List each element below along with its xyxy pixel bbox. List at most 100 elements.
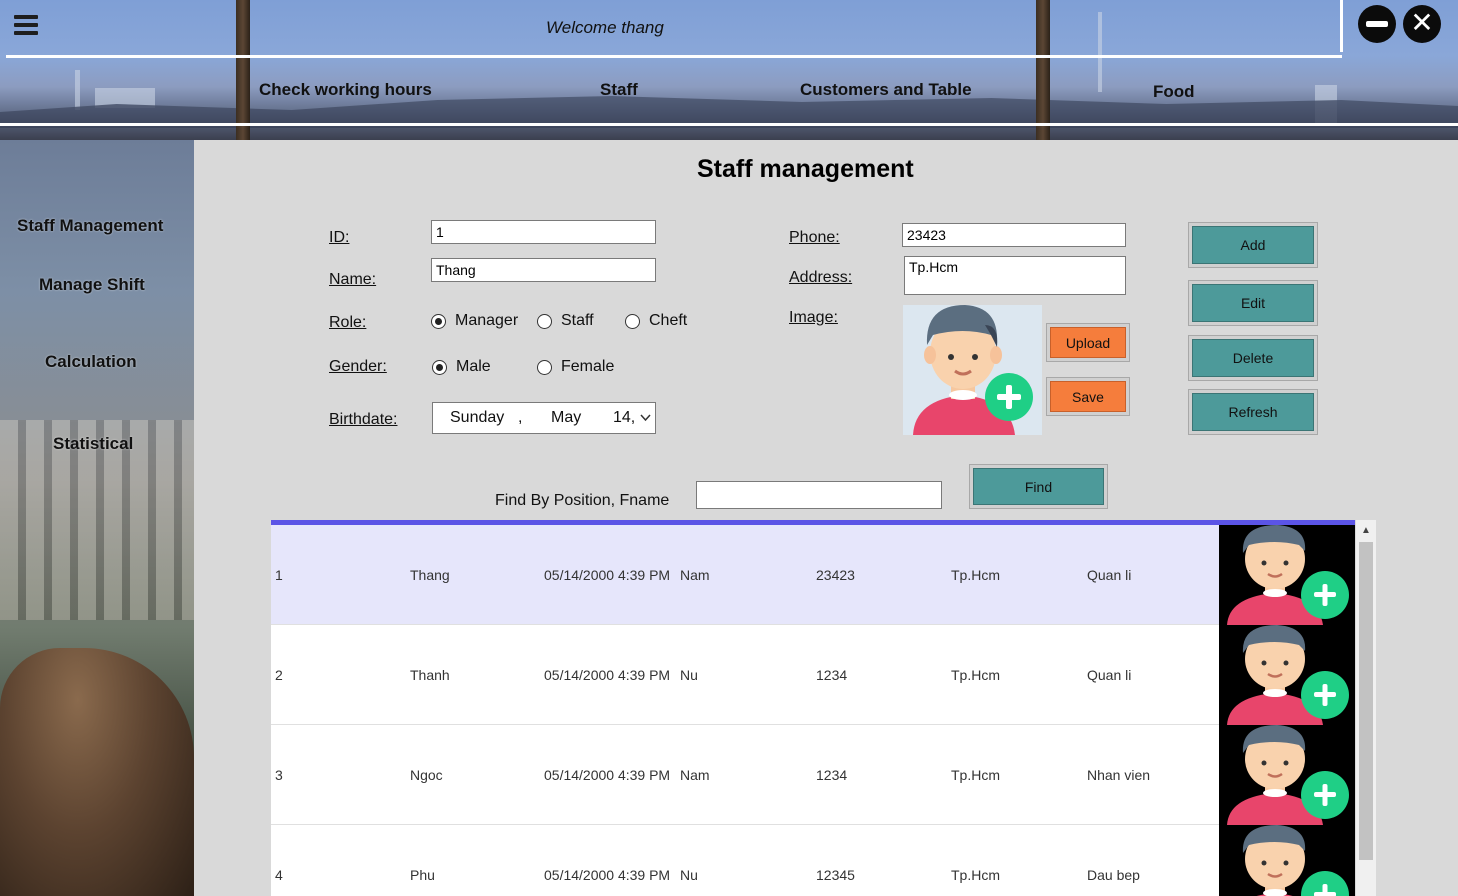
sidebar-item-calculation[interactable]: Calculation <box>45 352 137 372</box>
id-field[interactable] <box>431 220 656 244</box>
cell-birthdate: 05/14/2000 4:39 PM <box>544 667 671 683</box>
cell-id: 4 <box>275 867 283 883</box>
cell-gender: Nu <box>680 867 698 883</box>
avatar <box>903 305 1042 435</box>
role-radio-manager[interactable]: Manager <box>431 312 518 330</box>
nav-customers-and-table[interactable]: Customers and Table <box>800 80 972 100</box>
cell-position: Nhan vien <box>1087 767 1151 783</box>
refresh-button[interactable]: Refresh <box>1192 393 1314 431</box>
cell-phone: 12345 <box>816 867 855 883</box>
birthdate-weekday: Sunday <box>450 409 505 426</box>
id-label: ID: <box>329 229 350 246</box>
cell-phone: 23423 <box>816 567 855 583</box>
address-label: Address: <box>789 269 853 286</box>
cell-birthdate: 05/14/2000 4:39 PM <box>544 867 671 883</box>
cell-address: Tp.Hcm <box>951 567 1000 583</box>
staff-avatar-image <box>903 305 1042 435</box>
gender-radio-male[interactable]: Male <box>432 358 491 376</box>
sidebar-item-manage-shift[interactable]: Manage Shift <box>39 275 145 295</box>
edit-button[interactable]: Edit <box>1192 284 1314 322</box>
cell-address: Tp.Hcm <box>951 667 1000 683</box>
image-label: Image: <box>789 309 838 326</box>
window-frame <box>1036 0 1050 140</box>
phone-label: Phone: <box>789 229 840 246</box>
phone-field[interactable] <box>902 223 1126 247</box>
grid-scrollbar[interactable]: ▲ <box>1356 520 1376 896</box>
header-divider <box>0 123 1458 126</box>
role-radio-cheft[interactable]: Cheft <box>625 312 687 330</box>
radio-unchecked-icon <box>625 313 640 329</box>
header-separator <box>1340 0 1343 52</box>
table-row[interactable]: 2 Thanh 05/14/2000 4:39 PM Nu 1234 Tp.Hcm Quan… <box>271 625 1355 725</box>
minimize-icon[interactable] <box>1358 5 1396 43</box>
welcome-text: Welcome thang <box>546 18 664 37</box>
cell-position: Quan li <box>1087 667 1132 683</box>
cell-name: Phu <box>410 867 435 883</box>
table-row[interactable]: 1 Thang 05/14/2000 4:39 PM Nam 23423 Tp.Hcm Qu… <box>271 525 1355 625</box>
cell-position: Quan li <box>1087 567 1132 583</box>
nav-staff[interactable]: Staff <box>600 80 638 100</box>
radio-unchecked-icon <box>537 313 552 329</box>
gender-option-label: Male <box>456 358 491 375</box>
scroll-up-icon[interactable]: ▲ <box>1356 520 1376 540</box>
cell-address: Tp.Hcm <box>951 767 1000 783</box>
cell-gender: Nam <box>680 567 710 583</box>
name-field[interactable] <box>431 258 656 282</box>
cell-id: 1 <box>275 567 283 583</box>
birthdate-picker[interactable]: Sunday , May 14, <box>432 402 656 434</box>
upload-button[interactable]: Upload <box>1050 327 1126 358</box>
find-button[interactable]: Find <box>973 468 1104 505</box>
cell-phone: 1234 <box>816 767 848 783</box>
header-divider <box>6 55 1342 58</box>
name-label: Name: <box>329 271 377 288</box>
cell-id: 3 <box>275 767 283 783</box>
cell-gender: Nu <box>680 667 698 683</box>
cell-address: Tp.Hcm <box>951 867 1000 883</box>
cell-id: 2 <box>275 667 283 683</box>
nav-check-working-hours[interactable]: Check working hours <box>259 80 432 100</box>
sidebar <box>0 140 194 896</box>
close-icon[interactable]: ✕ <box>1403 5 1441 43</box>
radio-unchecked-icon <box>537 359 552 375</box>
role-label: Role: <box>329 314 367 331</box>
cell-name: Ngoc <box>410 767 443 783</box>
table-row[interactable]: 4 Phu 05/14/2000 4:39 PM Nu 12345 Tp.Hcm Dau b… <box>271 825 1355 896</box>
radio-checked-icon <box>431 313 446 329</box>
role-radio-staff[interactable]: Staff <box>537 312 594 330</box>
find-input[interactable] <box>696 481 942 509</box>
cell-avatar-image <box>1219 725 1355 825</box>
address-field[interactable]: Tp.Hcm <box>904 256 1126 295</box>
window-frame <box>236 0 250 140</box>
add-button[interactable]: Add <box>1192 226 1314 264</box>
cell-avatar-image <box>1219 625 1355 725</box>
role-option-label: Manager <box>455 312 519 329</box>
staff-grid[interactable]: 1 Thang 05/14/2000 4:39 PM Nam 23423 Tp.Hcm Qu… <box>271 520 1355 896</box>
cell-avatar-image <box>1219 825 1355 896</box>
birthdate-day: 14, <box>613 409 636 426</box>
gender-option-label: Female <box>561 358 615 375</box>
cell-phone: 1234 <box>816 667 848 683</box>
radio-checked-icon <box>432 359 447 375</box>
delete-button[interactable]: Delete <box>1192 339 1314 377</box>
save-button[interactable]: Save <box>1050 381 1126 412</box>
table-row[interactable]: 3 Ngoc 05/14/2000 4:39 PM Nam 1234 Tp.Hcm Nhan… <box>271 725 1355 825</box>
role-option-label: Staff <box>561 312 594 329</box>
role-option-label: Cheft <box>649 312 688 329</box>
sidebar-item-staff-management[interactable]: Staff Management <box>17 216 163 236</box>
birthdate-month: May <box>551 409 582 426</box>
find-label: Find By Position, Fname <box>495 492 670 509</box>
top-header <box>0 0 1458 140</box>
sidebar-item-statistical[interactable]: Statistical <box>53 434 133 454</box>
cell-gender: Nam <box>680 767 710 783</box>
birthdate-separator: , <box>518 409 523 426</box>
gender-label: Gender: <box>329 358 387 375</box>
cell-position: Dau bep <box>1087 867 1140 883</box>
cell-birthdate: 05/14/2000 4:39 PM <box>544 767 671 783</box>
chevron-down-icon[interactable] <box>640 414 651 422</box>
gender-radio-female[interactable]: Female <box>537 358 614 376</box>
scroll-thumb[interactable] <box>1359 542 1373 860</box>
hamburger-menu-icon[interactable] <box>14 15 38 37</box>
nav-food[interactable]: Food <box>1153 82 1195 102</box>
background-chair <box>0 648 194 896</box>
background-tower <box>75 70 80 110</box>
